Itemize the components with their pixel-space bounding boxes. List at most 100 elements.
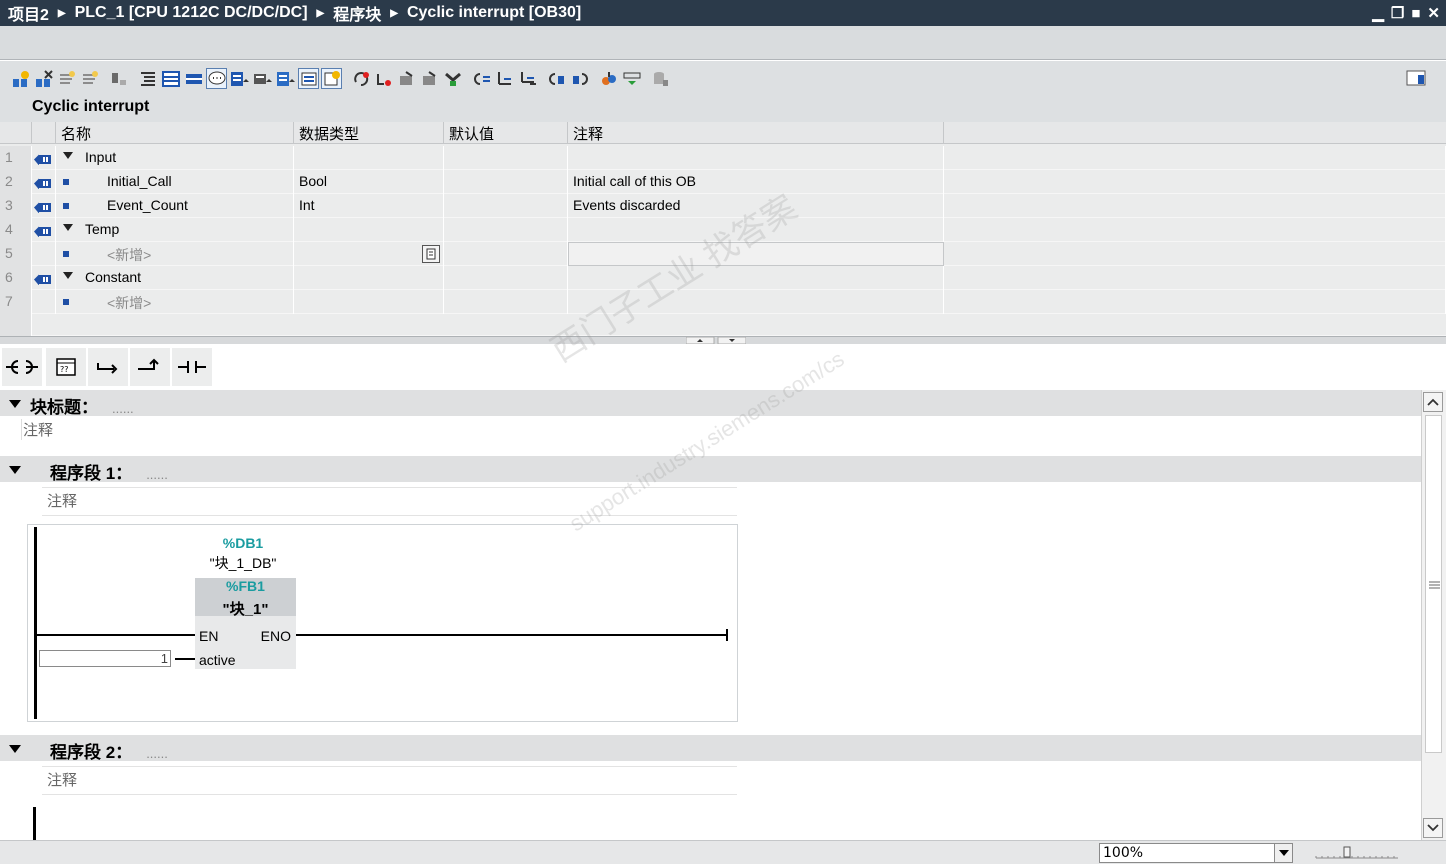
- open-all-icon[interactable]: [275, 68, 296, 89]
- column-header-comment[interactable]: 注释: [568, 122, 944, 144]
- open-branch-icon[interactable]: [88, 348, 128, 386]
- disable-icon[interactable]: [108, 68, 129, 89]
- close-branch-icon[interactable]: [130, 348, 170, 386]
- table-row[interactable]: 5 <新增>: [0, 242, 1446, 266]
- type-cell[interactable]: Bool: [294, 170, 444, 194]
- download-icon[interactable]: [471, 68, 492, 89]
- table-row[interactable]: 4 Temp: [0, 218, 1446, 242]
- fb-box[interactable]: %FB1 "块_1" EN ENO active: [195, 578, 296, 669]
- network-2-title-placeholder[interactable]: ......: [146, 746, 168, 761]
- type-picker-icon[interactable]: [422, 245, 440, 263]
- default-cell[interactable]: [444, 218, 568, 242]
- name-cell[interactable]: <新增>: [56, 242, 294, 266]
- chevron-down-icon[interactable]: [9, 400, 21, 408]
- breadcrumb-plc[interactable]: PLC_1 [CPU 1212C DC/DC/DC]: [75, 4, 308, 22]
- default-cell[interactable]: [444, 194, 568, 218]
- name-cell[interactable]: Event_Count: [56, 194, 294, 218]
- instruction-profile-icon[interactable]: [321, 68, 342, 89]
- type-cell[interactable]: Int: [294, 194, 444, 218]
- zoom-slider[interactable]: [1314, 845, 1400, 861]
- go-to-icon[interactable]: [396, 68, 417, 89]
- table-row[interactable]: 2 Initial_Call Bool Initial call of this OB: [0, 170, 1446, 194]
- empty-box-icon[interactable]: ??: [46, 348, 86, 386]
- sync-icon[interactable]: [546, 68, 567, 89]
- maximize-icon[interactable]: ■: [1411, 5, 1420, 22]
- breadcrumb-program-blocks[interactable]: 程序块: [333, 1, 381, 25]
- network-1-comment[interactable]: 注释: [42, 487, 737, 516]
- expand-triangle-icon[interactable]: [63, 224, 73, 231]
- name-cell[interactable]: Initial_Call: [56, 170, 294, 194]
- close-icon[interactable]: ✕: [1427, 4, 1440, 22]
- comment-cell[interactable]: Events discarded: [568, 194, 944, 218]
- breakpoint-icon[interactable]: [598, 68, 619, 89]
- insert-network-icon[interactable]: [10, 68, 31, 89]
- default-cell[interactable]: [444, 146, 568, 170]
- column-header-default[interactable]: 默认值: [444, 122, 568, 144]
- compare-icon[interactable]: [517, 68, 538, 89]
- expand-icon[interactable]: [160, 68, 181, 89]
- expand-triangle-icon[interactable]: [63, 152, 73, 159]
- block-title-band[interactable]: 块标题：......: [0, 390, 1421, 417]
- monitor-on-icon[interactable]: [569, 68, 590, 89]
- collapse-icon[interactable]: [183, 68, 204, 89]
- zoom-select[interactable]: 100%: [1099, 843, 1293, 863]
- type-cell[interactable]: [294, 266, 444, 290]
- database-icon[interactable]: [650, 68, 671, 89]
- delete-network-icon[interactable]: [33, 68, 54, 89]
- chevron-down-icon[interactable]: [9, 466, 21, 474]
- expand-triangle-icon[interactable]: [63, 272, 73, 279]
- network-2-comment[interactable]: 注释: [42, 766, 737, 795]
- monitor-icon[interactable]: [442, 68, 463, 89]
- upload-icon[interactable]: [494, 68, 515, 89]
- table-row[interactable]: 6 Constant: [0, 266, 1446, 290]
- splitter-bar[interactable]: [0, 336, 1446, 345]
- default-cell[interactable]: [444, 170, 568, 194]
- fb-name[interactable]: "块_1": [195, 598, 296, 619]
- type-cell[interactable]: [294, 218, 444, 242]
- comment-cell[interactable]: [568, 266, 944, 290]
- show-list-icon[interactable]: [298, 68, 319, 89]
- favorites-icon[interactable]: [229, 68, 250, 89]
- type-cell[interactable]: [294, 242, 444, 266]
- name-cell[interactable]: Input: [56, 146, 294, 170]
- chevron-down-icon[interactable]: [9, 745, 21, 753]
- comment-cell[interactable]: [568, 218, 944, 242]
- restore-icon[interactable]: ❐: [1391, 4, 1404, 22]
- name-cell[interactable]: Constant: [56, 266, 294, 290]
- type-cell[interactable]: [294, 146, 444, 170]
- scroll-down-icon[interactable]: [1423, 818, 1443, 838]
- table-row[interactable]: 1 Input: [0, 146, 1446, 170]
- scroll-up-icon[interactable]: [1423, 392, 1443, 412]
- comment-cell[interactable]: Initial call of this OB: [568, 170, 944, 194]
- db-name[interactable]: "块_1_DB": [138, 553, 348, 573]
- scroll-thumb[interactable]: [1425, 415, 1442, 753]
- block-title-placeholder[interactable]: ......: [112, 401, 134, 416]
- comment-cell[interactable]: [568, 290, 944, 314]
- type-cell[interactable]: [294, 290, 444, 314]
- minimize-icon[interactable]: ▁: [1372, 4, 1384, 22]
- network-1-area[interactable]: 1 %DB1 "块_1_DB" %FB1 "块_1" EN ENO active: [27, 524, 738, 722]
- reset-start-icon[interactable]: [350, 68, 371, 89]
- network-1-header[interactable]: 程序段 1：......: [0, 456, 1421, 483]
- dropdown-arrow-icon[interactable]: [1274, 844, 1292, 862]
- comments-icon[interactable]: [206, 68, 227, 89]
- name-cell[interactable]: Temp: [56, 218, 294, 242]
- column-header-name[interactable]: 名称: [56, 122, 294, 144]
- network-2-header[interactable]: 程序段 2：......: [0, 735, 1421, 762]
- insert-row-below-icon[interactable]: [79, 68, 100, 89]
- normally-open-contact-icon[interactable]: [2, 348, 42, 386]
- toggle-absolute-icon[interactable]: [137, 68, 158, 89]
- table-row[interactable]: 3 Event_Count Int Events discarded: [0, 194, 1446, 218]
- contact-icon[interactable]: [172, 348, 212, 386]
- show-status-icon[interactable]: [621, 68, 642, 89]
- default-cell[interactable]: [444, 290, 568, 314]
- network-nav-icon[interactable]: [252, 68, 273, 89]
- comment-cell[interactable]: [568, 146, 944, 170]
- go-to-prev-icon[interactable]: [419, 68, 440, 89]
- breadcrumb-project[interactable]: 项目2: [8, 1, 49, 25]
- block-comment[interactable]: 注释: [21, 419, 53, 440]
- sidebar-icon[interactable]: [1406, 69, 1426, 91]
- reset-icon[interactable]: [373, 68, 394, 89]
- insert-row-icon[interactable]: [56, 68, 77, 89]
- comment-cell[interactable]: [568, 242, 944, 266]
